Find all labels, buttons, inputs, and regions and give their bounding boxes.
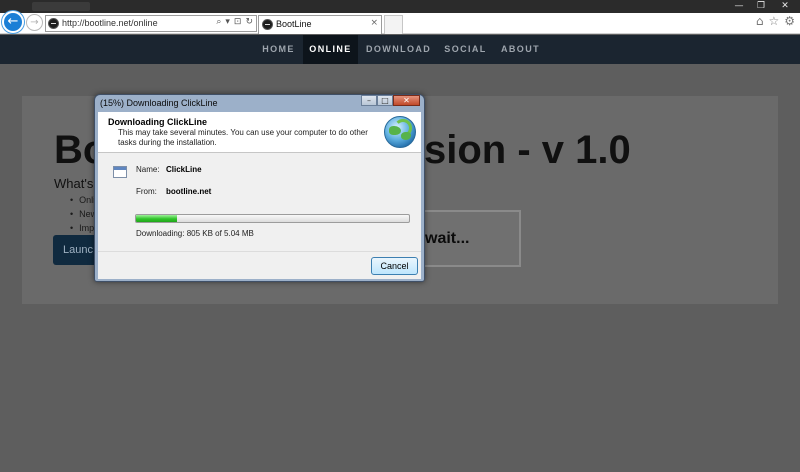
search-icon[interactable]: ⌕ bbox=[216, 17, 221, 27]
hero-title-right: sion - v 1.0 bbox=[424, 128, 631, 172]
dropdown-icon[interactable]: ▾ bbox=[225, 17, 230, 27]
address-bar-actions: ⌕ ▾ ⊡ ↻ bbox=[216, 17, 253, 27]
application-window-icon bbox=[113, 166, 127, 178]
from-label: From: bbox=[136, 187, 157, 196]
please-wait-text: wait... bbox=[425, 230, 470, 247]
dialog-title: (15%) Downloading ClickLine bbox=[100, 98, 218, 108]
site-favicon-icon bbox=[48, 18, 59, 29]
new-tab-button[interactable] bbox=[384, 15, 403, 34]
progress-status-text: Downloading: 805 KB of 5.04 MB bbox=[136, 229, 254, 238]
tab-favicon-icon bbox=[262, 19, 273, 30]
tab-close-icon[interactable]: × bbox=[370, 18, 378, 28]
restore-window-icon[interactable]: ❐ bbox=[750, 0, 772, 13]
nav-home[interactable]: HOME bbox=[255, 35, 302, 64]
from-value: bootline.net bbox=[166, 187, 212, 196]
launch-button[interactable]: Launc bbox=[53, 235, 97, 265]
hero-subtitle: What's bbox=[54, 176, 94, 191]
address-bar[interactable]: http://bootline.net/online ⌕ ▾ ⊡ ↻ bbox=[45, 15, 257, 32]
favorites-star-icon[interactable]: ☆ bbox=[768, 14, 779, 28]
url-text[interactable]: http://bootline.net/online bbox=[62, 18, 158, 28]
browser-tools: ⌂ ☆ ⚙ bbox=[756, 14, 795, 28]
window-controls: — ❐ ✕ bbox=[728, 0, 798, 13]
dialog-heading: Downloading ClickLine bbox=[108, 117, 208, 127]
refresh-icon[interactable]: ↻ bbox=[245, 17, 253, 27]
globe-download-icon bbox=[384, 116, 416, 148]
dialog-description: This may take several minutes. You can u… bbox=[118, 128, 368, 147]
forward-button[interactable]: → bbox=[26, 14, 43, 31]
dialog-window-controls: – □ ✕ bbox=[361, 95, 420, 106]
home-icon[interactable]: ⌂ bbox=[756, 14, 764, 28]
browser-tab-bootline[interactable]: BootLine × bbox=[258, 15, 382, 34]
background-tab[interactable] bbox=[32, 2, 90, 11]
browser-navbar: ← → http://bootline.net/online ⌕ ▾ ⊡ ↻ B… bbox=[0, 11, 800, 34]
download-progress-bar bbox=[135, 214, 410, 223]
nav-about[interactable]: ABOUT bbox=[499, 35, 542, 64]
tab-title: BootLine bbox=[276, 19, 312, 29]
dialog-footer: Cancel bbox=[98, 251, 421, 279]
settings-gear-icon[interactable]: ⚙ bbox=[784, 14, 795, 28]
nav-online[interactable]: ONLINE bbox=[303, 35, 358, 64]
dialog-maximize-icon[interactable]: □ bbox=[377, 95, 393, 106]
cancel-button[interactable]: Cancel bbox=[371, 257, 418, 275]
name-value: ClickLine bbox=[166, 165, 202, 174]
name-label: Name: bbox=[136, 165, 160, 174]
dialog-titlebar[interactable]: (15%) Downloading ClickLine – □ ✕ bbox=[95, 95, 424, 111]
compatibility-view-icon[interactable]: ⊡ bbox=[234, 17, 242, 27]
dialog-body: Name: ClickLine From: bootline.net Downl… bbox=[98, 153, 421, 251]
refresh-arrow-icon bbox=[394, 119, 412, 137]
browser-titlebar: — ❐ ✕ bbox=[0, 0, 800, 13]
dialog-minimize-icon[interactable]: – bbox=[361, 95, 377, 106]
dialog-header: Downloading ClickLine This may take seve… bbox=[98, 112, 421, 153]
dialog-close-icon[interactable]: ✕ bbox=[393, 95, 420, 106]
progress-fill bbox=[136, 215, 177, 222]
nav-social[interactable]: SOCIAL bbox=[443, 35, 488, 64]
site-navbar: HOME ONLINE DOWNLOAD SOCIAL ABOUT bbox=[0, 35, 800, 64]
close-window-icon[interactable]: ✕ bbox=[772, 0, 798, 13]
back-button[interactable]: ← bbox=[2, 11, 24, 33]
nav-download[interactable]: DOWNLOAD bbox=[366, 35, 430, 64]
download-dialog: (15%) Downloading ClickLine – □ ✕ Downlo… bbox=[94, 94, 425, 282]
minimize-window-icon[interactable]: — bbox=[728, 0, 750, 13]
